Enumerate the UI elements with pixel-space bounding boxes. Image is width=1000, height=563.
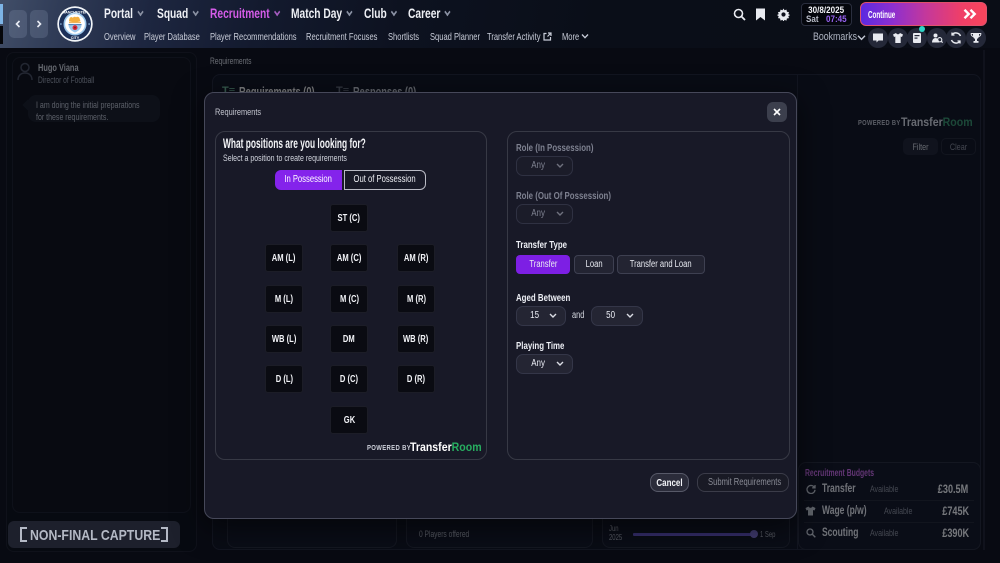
svg-text:CITY: CITY	[71, 36, 80, 40]
svg-text:MANCHESTER: MANCHESTER	[62, 10, 88, 14]
